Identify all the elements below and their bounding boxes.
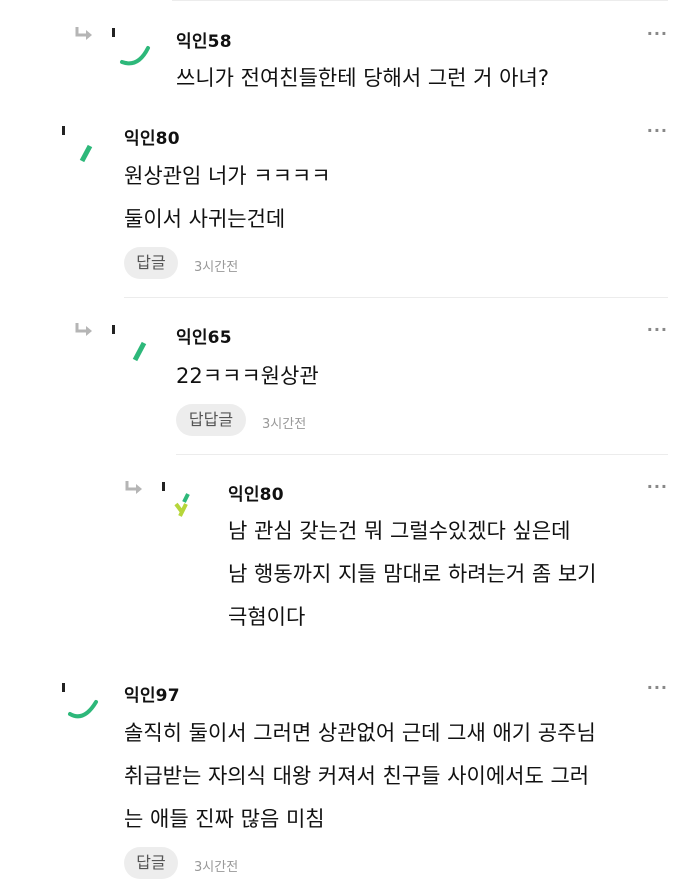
reply-button[interactable]: 답답글 (176, 404, 246, 436)
avatar-icon (120, 46, 150, 66)
comment-text: 취급받는 자의식 대왕 커져서 친구들 사이에서도 그러 (124, 764, 590, 788)
more-options-icon[interactable]: ··· (647, 678, 668, 697)
more-options-icon[interactable]: ··· (647, 320, 668, 339)
comment-text: 원상관임 너가 ㅋㅋㅋㅋ (124, 164, 331, 188)
comment-text: 남 행동까지 지들 맘대로 하려는거 좀 보기 (228, 562, 597, 586)
more-options-icon[interactable]: ··· (647, 477, 668, 496)
comment-nickname: 익인80 (228, 485, 284, 505)
reply-arrow-icon (125, 481, 142, 494)
user-marker-icon (162, 482, 165, 491)
timestamp: 3시간전 (194, 860, 239, 875)
reply-arrow-icon (75, 323, 92, 336)
comment-text: 둘이서 사귀는건데 (124, 207, 286, 231)
comment-text: 솔직히 둘이서 그러면 상관없어 근데 그새 애기 공주님 (124, 721, 596, 745)
comment-nickname: 익인80 (124, 129, 180, 149)
divider (176, 454, 668, 455)
comment-text: 쓰니가 전여친들한테 당해서 그런 거 아녀? (176, 66, 549, 90)
divider (124, 297, 668, 298)
avatar-icon (132, 341, 147, 362)
reply-button[interactable]: 답글 (124, 847, 178, 879)
comment-text: 극혐이다 (228, 605, 306, 629)
reply-button[interactable]: 답글 (124, 247, 178, 279)
comment-text: 남 관심 갖는건 뭐 그럴수있겠다 싶은데 (228, 519, 571, 543)
comment-text: 는 애들 진짜 많음 미침 (124, 807, 325, 831)
comment-nickname: 익인58 (176, 32, 232, 52)
timestamp: 3시간전 (262, 417, 307, 432)
more-options-icon[interactable]: ··· (647, 24, 668, 43)
comment-text: 22ㅋㅋㅋ원상관 (176, 364, 319, 388)
divider (172, 0, 668, 1)
avatar-icon (174, 493, 190, 517)
timestamp: 3시간전 (194, 260, 239, 275)
avatar-icon (68, 700, 98, 719)
reply-arrow-icon (75, 27, 92, 40)
comment-nickname: 익인65 (176, 328, 232, 348)
comment-nickname: 익인97 (124, 686, 180, 706)
user-marker-icon (112, 325, 115, 334)
avatar-icon (79, 144, 93, 163)
more-options-icon[interactable]: ··· (647, 121, 668, 140)
